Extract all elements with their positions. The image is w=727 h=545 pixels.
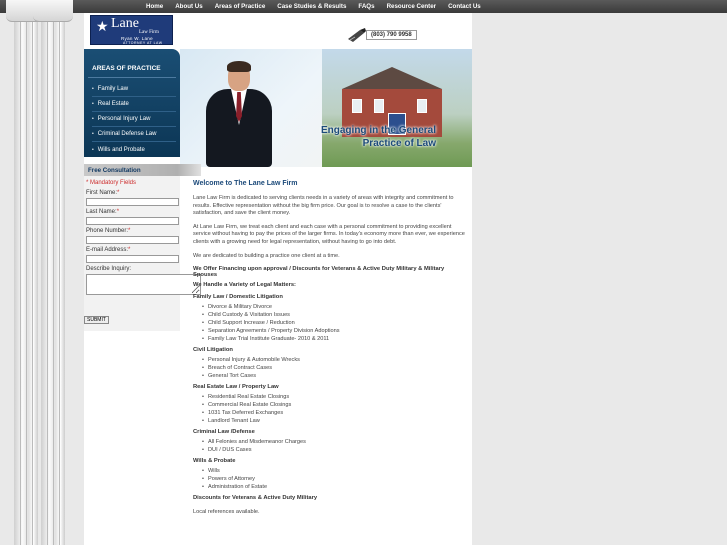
logo-name: Lane — [111, 16, 139, 31]
list-item: Divorce & Military Divorce — [202, 303, 465, 311]
intro-paragraph-2: At Lane Law Firm, we treat each client a… — [193, 223, 465, 245]
bullet-icon: • — [92, 86, 94, 92]
list-item: Landlord Tenant Law — [202, 417, 465, 425]
email-label: E-mail Address:* — [86, 247, 131, 253]
header: ★ Lane Law Firm Ryan W. Lane ATTORNEY AT… — [84, 13, 472, 49]
nav-resource-center[interactable]: Resource Center — [381, 0, 443, 13]
section-heading-civil: Civil Litigation — [193, 347, 233, 354]
list-item: Family Law Trial Institute Graduate- 201… — [202, 335, 465, 343]
consultation-title: Free Consultation — [84, 164, 201, 176]
decorative-column-right — [41, 0, 65, 545]
hero-tagline: Engaging in the General Practice of Law — [320, 125, 436, 149]
criminal-law-list: All Felonies and Misdemeanor Charges DUI… — [193, 438, 465, 454]
list-item: Child Support Increase / Reduction — [202, 319, 465, 327]
phone-input[interactable] — [86, 236, 179, 244]
list-item: Powers of Attorney — [202, 475, 465, 483]
section-heading-family: Family Law / Domestic Litigation — [193, 294, 283, 301]
civil-litigation-list: Personal Injury & Automobile Wrecks Brea… — [193, 356, 465, 380]
areas-of-practice-menu: AREAS OF PRACTICE • Family Law • Real Esta… — [84, 49, 180, 157]
list-item: Personal Injury & Automobile Wrecks — [202, 356, 465, 364]
mandatory-note: * Mandatory Fields — [86, 180, 137, 186]
phone-icon — [346, 27, 368, 43]
logo-firm: Law Firm — [139, 30, 159, 35]
firm-logo[interactable]: ★ Lane Law Firm Ryan W. Lane ATTORNEY AT… — [90, 15, 173, 45]
top-nav: Home About Us Areas of Practice Case Stu… — [140, 0, 487, 13]
phone-number[interactable]: (803) 790 9958 — [366, 30, 417, 40]
phone-label: Phone Number:* — [86, 228, 131, 234]
sidebar-item-criminal-defense[interactable]: • Criminal Defense Law — [92, 127, 176, 142]
column-capital-right — [33, 0, 73, 22]
sidebar-item-personal-injury[interactable]: • Personal Injury Law — [92, 112, 176, 127]
real-estate-list: Residential Real Estate Closings Commerc… — [193, 393, 465, 425]
financing-heading: We Offer Financing upon approval / Disco… — [193, 266, 445, 279]
submit-button[interactable]: SUBMIT — [84, 316, 109, 324]
list-item: All Felonies and Misdemeanor Charges — [202, 438, 465, 446]
wills-probate-list: Wills Powers of Attorney Administration … — [193, 467, 465, 491]
decorative-column-left — [14, 0, 38, 545]
consultation-fields: * Mandatory Fields First Name:* Last Nam… — [86, 180, 201, 295]
intro-paragraph-3: We are dedicated to building a practice … — [193, 252, 340, 259]
main-panel: ★ Lane Law Firm Ryan W. Lane ATTORNEY AT… — [84, 13, 472, 545]
areas-title: AREAS OF PRACTICE — [92, 65, 161, 72]
discounts-heading: Discounts for Veterans & Active Duty Mil… — [193, 495, 318, 502]
logo-subtitle: ATTORNEY AT LAW — [123, 41, 163, 45]
list-item: Administration of Estate — [202, 483, 465, 491]
section-heading-wills: Wills & Probate — [193, 458, 236, 465]
nav-contact-us[interactable]: Contact Us — [442, 0, 487, 13]
sidebar-item-wills-probate[interactable]: • Wills and Probate — [92, 142, 176, 157]
first-name-input[interactable] — [86, 198, 179, 206]
list-item: Separation Agreements / Property Divisio… — [202, 327, 465, 335]
nav-home[interactable]: Home — [140, 0, 169, 13]
nav-areas-of-practice[interactable]: Areas of Practice — [209, 0, 272, 13]
star-icon: ★ — [96, 18, 109, 34]
intro-paragraph-1: Lane Law Firm is dedicated to serving cl… — [193, 195, 454, 217]
list-item: General Tort Cases — [202, 372, 465, 380]
bullet-icon: • — [92, 131, 94, 137]
bullet-icon: • — [92, 101, 94, 107]
nav-case-studies[interactable]: Case Studies & Results — [271, 0, 352, 13]
list-item: Breach of Contract Cases — [202, 364, 465, 372]
attorney-photo — [206, 61, 276, 167]
list-item: 1031 Tax Deferred Exchanges — [202, 409, 465, 417]
hero-banner: Engaging in the General Practice of Law — [180, 49, 472, 167]
section-heading-real-estate: Real Estate Law / Property Law — [193, 384, 279, 391]
inquiry-label: Describe Inquiry: — [86, 266, 132, 272]
bullet-icon: • — [92, 146, 94, 153]
phone-contact: (803) 790 9958 — [346, 27, 417, 43]
last-name-input[interactable] — [86, 217, 179, 225]
last-name-label: Last Name:* — [86, 209, 120, 215]
email-input[interactable] — [86, 255, 179, 263]
free-consultation-form: Free Consultation * Mandatory Fields Fir… — [84, 164, 201, 331]
list-item: Wills — [202, 467, 465, 475]
main-content: Welcome to The Lane Law Firm Lane Law Fi… — [193, 180, 465, 523]
section-heading-criminal: Criminal Law /Defense — [193, 429, 255, 436]
sidebar-item-family-law[interactable]: • Family Law — [92, 82, 176, 97]
nav-faqs[interactable]: FAQs — [352, 0, 380, 13]
list-item: Commercial Real Estate Closings — [202, 401, 465, 409]
family-law-list: Divorce & Military Divorce Child Custody… — [193, 303, 465, 343]
inquiry-textarea[interactable] — [86, 274, 201, 295]
list-item: DUI / DUS Cases — [202, 446, 465, 454]
local-references: Local references available. — [193, 509, 260, 516]
first-name-label: First Name:* — [86, 190, 120, 196]
nav-about-us[interactable]: About Us — [169, 0, 209, 13]
top-nav-bar: Home About Us Areas of Practice Case Stu… — [0, 0, 727, 13]
list-item: Residential Real Estate Closings — [202, 393, 465, 401]
bullet-icon: • — [92, 116, 94, 122]
legal-matters-heading: We Handle a Variety of Legal Matters: — [193, 282, 296, 289]
list-item: Child Custody & Visitation Issues — [202, 311, 465, 319]
sidebar-item-real-estate[interactable]: • Real Estate — [92, 97, 176, 112]
page-title: Welcome to The Lane Law Firm — [193, 180, 298, 187]
